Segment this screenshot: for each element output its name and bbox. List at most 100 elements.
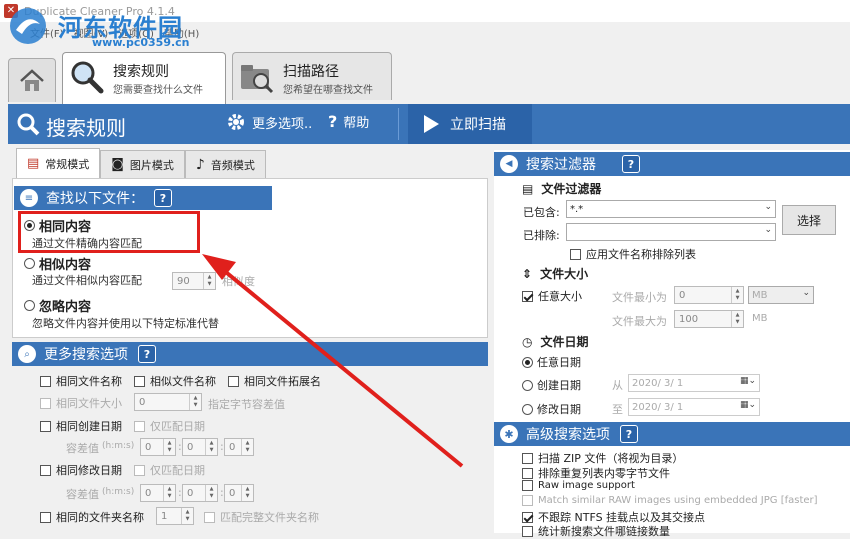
cb-scan-zip[interactable]: 扫描 ZIP 文件（将视为目录） xyxy=(522,450,683,466)
cb-any-size[interactable]: 任意大小 xyxy=(522,288,582,304)
cb-same-name[interactable]: 相同文件名称 xyxy=(40,373,122,389)
tab-search-rules[interactable]: 搜索规则 您需要查找什么文件 xyxy=(62,52,226,104)
size-tolerance-stepper[interactable]: 0 ▲ ▼ xyxy=(134,393,202,411)
more-options-header: ⌕ 更多搜索选项 ? xyxy=(12,342,488,366)
tab-normal-mode[interactable]: ▤ 常规模式 xyxy=(16,148,101,178)
tab-image-mode[interactable]: ◙ 图片模式 xyxy=(100,150,185,178)
include-combobox[interactable]: *.* ⌄ xyxy=(566,200,776,218)
modified-m-arrows[interactable]: ▲ ▼ xyxy=(205,485,217,501)
advanced-options-help-icon[interactable]: ? xyxy=(620,425,638,443)
menu-view[interactable]: 视图(V) xyxy=(74,25,109,40)
radio-modified-date[interactable]: 修改日期 xyxy=(522,401,581,417)
min-size-stepper[interactable]: 0 ▲ ▼ xyxy=(674,286,744,304)
cb-same-created-box[interactable] xyxy=(40,420,51,432)
cb-same-modified[interactable]: 相同修改日期 xyxy=(40,462,122,478)
folder-level-stepper[interactable]: 1 ▲ ▼ xyxy=(156,507,194,525)
more-options-help-icon[interactable]: ? xyxy=(138,345,156,363)
max-size-stepper[interactable]: 100 ▲ ▼ xyxy=(674,310,744,328)
cb-raw-jpg[interactable]: Match similar RAW images using embedded … xyxy=(522,495,818,506)
cb-full-folder[interactable]: 匹配完整文件夹名称 xyxy=(204,509,319,525)
cb-date-only-modified[interactable]: 仅匹配日期 xyxy=(134,462,205,478)
radio-modified-date-dot[interactable] xyxy=(522,403,533,415)
cb-same-ext-box[interactable] xyxy=(228,375,239,387)
cb-same-name-box[interactable] xyxy=(40,375,51,387)
created-h-stepper[interactable]: 0 ▲ ▼ xyxy=(140,438,176,456)
clock-icon: ◷ xyxy=(522,334,533,349)
cb-exclude-zero-box[interactable] xyxy=(522,467,533,479)
cb-similar-name-box[interactable] xyxy=(134,375,145,387)
from-date-picker[interactable]: 2020/ 3/ 1 ▦⌄ xyxy=(628,374,760,392)
to-calendar-icon[interactable]: ▦⌄ xyxy=(740,400,756,410)
modified-s-stepper[interactable]: 0 ▲ ▼ xyxy=(224,484,254,502)
search-icon xyxy=(17,113,40,136)
radio-created-date-dot[interactable] xyxy=(522,379,533,391)
similarity-stepper[interactable]: 90 ▲ ▼ xyxy=(172,272,216,290)
radio-similar-content-dot[interactable] xyxy=(24,258,35,269)
modified-h-arrows[interactable]: ▲ ▼ xyxy=(163,485,175,501)
scan-now-button[interactable]: 立即扫描 xyxy=(408,104,532,144)
choose-button[interactable]: 选择 xyxy=(782,205,836,235)
cb-no-ntfs-box[interactable] xyxy=(522,511,533,523)
menu-file[interactable]: 文件(F) xyxy=(30,25,64,40)
cb-raw-support-box[interactable] xyxy=(522,480,533,491)
size-tolerance-arrows[interactable]: ▲ ▼ xyxy=(189,394,201,410)
created-m-stepper[interactable]: 0 ▲ ▼ xyxy=(182,438,218,456)
to-date-picker[interactable]: 2020/ 3/ 1 ▦⌄ xyxy=(628,398,760,416)
tab-audio-mode[interactable]: ♪ 音频模式 xyxy=(184,150,266,178)
cb-same-size[interactable]: 相同文件大小 xyxy=(40,395,122,411)
created-tolerance-format: (h:m:s) xyxy=(102,441,135,451)
exclude-combobox[interactable]: ⌄ xyxy=(566,223,776,241)
modified-m-stepper[interactable]: 0 ▲ ▼ xyxy=(182,484,218,502)
created-h-arrows[interactable]: ▲ ▼ xyxy=(163,439,175,455)
cb-hardlink-count-box[interactable] xyxy=(522,525,533,537)
cb-same-folder[interactable]: 相同的文件夹名称 xyxy=(40,509,144,525)
cb-same-size-box[interactable] xyxy=(40,397,51,409)
from-calendar-icon[interactable]: ▦⌄ xyxy=(740,376,756,386)
max-size-arrows[interactable]: ▲ ▼ xyxy=(731,311,743,327)
cb-scan-zip-box[interactable] xyxy=(522,452,533,464)
help-button[interactable]: ? 帮助 xyxy=(328,112,369,131)
created-s-stepper[interactable]: 0 ▲ ▼ xyxy=(224,438,254,456)
radio-created-date[interactable]: 创建日期 xyxy=(522,377,581,393)
radio-ignore-content[interactable]: 忽略内容 xyxy=(24,296,91,315)
radio-ignore-content-dot[interactable] xyxy=(24,300,35,311)
cb-raw-support[interactable]: Raw image support xyxy=(522,480,635,491)
cb-same-modified-box[interactable] xyxy=(40,464,51,476)
cb-apply-exclude-box[interactable] xyxy=(570,248,581,260)
tab-scan-path[interactable]: 扫描路径 您希望在哪查找文件 xyxy=(232,52,392,100)
cb-any-size-box[interactable] xyxy=(522,290,533,302)
radio-any-date-dot[interactable] xyxy=(522,356,533,368)
cb-date-only-created-box[interactable] xyxy=(134,420,145,432)
cb-same-created[interactable]: 相同创建日期 xyxy=(40,418,122,434)
modified-s-arrows[interactable]: ▲ ▼ xyxy=(241,485,253,501)
exclude-dropdown-icon[interactable]: ⌄ xyxy=(764,225,772,235)
modified-h-stepper[interactable]: 0 ▲ ▼ xyxy=(140,484,176,502)
radio-any-date[interactable]: 任意日期 xyxy=(522,354,581,370)
search-filters-header: ◀ 搜索过滤器 ? xyxy=(494,152,850,176)
cb-exclude-zero[interactable]: 排除重复列表内零字节文件 xyxy=(522,465,670,481)
min-size-arrows[interactable]: ▲ ▼ xyxy=(731,287,743,303)
home-tab[interactable] xyxy=(8,58,56,102)
radio-similar-content[interactable]: 相似内容 xyxy=(24,254,91,273)
find-files-help-icon[interactable]: ? xyxy=(154,189,172,207)
folder-level-arrows[interactable]: ▲ ▼ xyxy=(181,508,193,524)
cb-date-only-created[interactable]: 仅匹配日期 xyxy=(134,418,205,434)
menu-options[interactable]: 选项(O) xyxy=(118,25,154,40)
search-filters-help-icon[interactable]: ? xyxy=(622,155,640,173)
cb-raw-jpg-box[interactable] xyxy=(522,495,533,506)
min-unit-select[interactable]: MB ⌄ xyxy=(748,286,814,304)
cb-same-folder-box[interactable] xyxy=(40,511,51,523)
cb-hardlink-count[interactable]: 统计新搜索文件哪链接数量 xyxy=(522,523,670,539)
min-unit-dropdown-icon[interactable]: ⌄ xyxy=(802,288,810,298)
include-dropdown-icon[interactable]: ⌄ xyxy=(764,202,772,212)
more-options-button[interactable]: 更多选项.. xyxy=(226,112,312,132)
similarity-stepper-arrows[interactable]: ▲ ▼ xyxy=(203,273,215,289)
menu-help[interactable]: 帮助(H) xyxy=(164,25,199,40)
cb-date-only-modified-box[interactable] xyxy=(134,464,145,476)
created-m-arrows[interactable]: ▲ ▼ xyxy=(205,439,217,455)
cb-full-folder-box[interactable] xyxy=(204,511,215,523)
created-s-arrows[interactable]: ▲ ▼ xyxy=(241,439,253,455)
cb-similar-name[interactable]: 相似文件名称 xyxy=(134,373,216,389)
cb-apply-exclude[interactable]: 应用文件名称排除列表 xyxy=(570,246,696,262)
cb-same-ext[interactable]: 相同文件拓展名 xyxy=(228,373,321,389)
